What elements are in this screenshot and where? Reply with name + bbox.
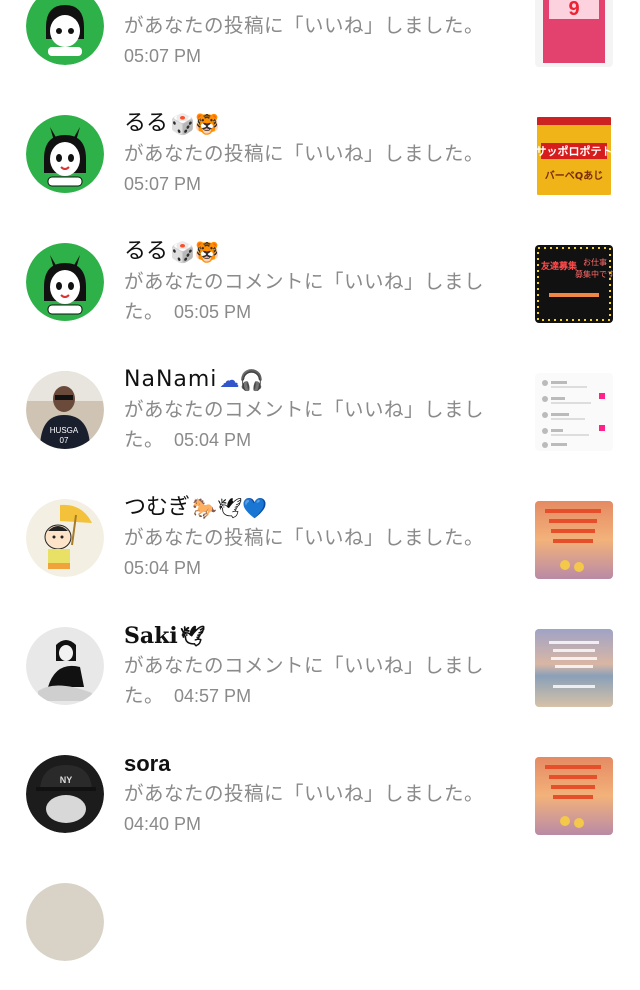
thumb-text: 友達募集 (541, 260, 578, 272)
post-thumbnail[interactable] (535, 629, 613, 707)
user-avatar[interactable] (26, 627, 104, 705)
notification-text: るる 🎲🐯 があなたの投稿に「いいね」しました。 05:07 PM (124, 109, 514, 199)
notification-row[interactable]: HUSGA 07 NaNami ☁🎧 があなたのコメントに「いいね」しまし た。 05… (0, 350, 640, 478)
thumb-text: バーベQあじ (545, 169, 604, 182)
post-thumbnail[interactable]: 9 (535, 0, 613, 67)
user-avatar[interactable] (26, 243, 104, 321)
notification-time: 05:07 PM (124, 46, 202, 66)
notification-text: Saki 🕊 があなたのコメントに「いいね」しまし た。 04:57 PM (124, 621, 514, 711)
user-name-text: つむぎ (124, 495, 191, 520)
notification-time: 05:04 PM (174, 430, 252, 450)
user-name-emojis: 🕊 (179, 624, 206, 648)
notification-text: があなたの投稿に「いいね」しました。 05:07 PM (124, 0, 514, 71)
svg-text:07: 07 (60, 436, 69, 445)
user-name-text: Saki (124, 623, 178, 649)
notification-message: があなたの投稿に「いいね」しました。 (124, 14, 485, 37)
notification-row[interactable] (0, 862, 640, 990)
user-name-text: sora (124, 751, 171, 776)
notification-time: 04:57 PM (174, 686, 252, 706)
svg-text:NY: NY (60, 775, 73, 785)
user-name-emojis: 🎲🐯 (170, 112, 220, 136)
user-avatar[interactable] (26, 0, 104, 65)
user-name: るる 🎲🐯 (124, 109, 514, 139)
notification-message-line2: た。 (124, 684, 165, 707)
notification-message-line1: があなたのコメントに「いいね」しまし (124, 270, 485, 293)
user-name-text: るる (124, 239, 169, 264)
user-avatar[interactable]: NY (26, 755, 104, 833)
notification-message-line2: た。 (124, 300, 165, 323)
notification-text: つむぎ 🐎🕊💙 があなたの投稿に「いいね」しました。 05:04 PM (124, 493, 514, 583)
user-avatar[interactable] (26, 115, 104, 193)
svg-text:9: 9 (568, 0, 579, 20)
thumb-text: お仕事 (583, 257, 607, 267)
notification-text: sora があなたの投稿に「いいね」しました。 04:40 PM (124, 749, 514, 839)
notification-row[interactable]: つむぎ 🐎🕊💙 があなたの投稿に「いいね」しました。 05:04 PM (0, 478, 640, 606)
user-name-text: NaNami (124, 367, 218, 392)
post-thumbnail[interactable]: サッポロポテト バーベQあじ (535, 117, 613, 195)
notification-message: があなたのコメントに「いいね」しまし た。 04:57 PM (124, 651, 514, 711)
post-thumbnail[interactable] (535, 373, 613, 451)
thumb-text: 募集中です (575, 269, 613, 279)
notification-message: があなたの投稿に「いいね」しました。 (124, 782, 485, 805)
post-thumbnail[interactable] (535, 501, 613, 579)
notification-message: があなたの投稿に「いいね」しました。 (124, 526, 485, 549)
user-name: つむぎ 🐎🕊💙 (124, 493, 514, 523)
notification-message: があなたのコメントに「いいね」しまし た。 05:05 PM (124, 267, 514, 327)
user-name: Saki 🕊 (124, 621, 514, 651)
notification-row[interactable]: があなたの投稿に「いいね」しました。 05:07 PM 9 (0, 0, 640, 94)
user-name: るる 🎲🐯 (124, 237, 514, 267)
post-thumbnail[interactable] (535, 757, 613, 835)
notification-time: 05:07 PM (124, 174, 202, 194)
user-avatar[interactable]: HUSGA 07 (26, 371, 104, 449)
post-thumbnail[interactable]: 友達募集 お仕事 募集中です (535, 245, 613, 323)
user-name-emojis: 🐎🕊💙 (192, 496, 268, 520)
user-name-emojis: 🎲🐯 (170, 240, 220, 264)
user-name-emojis: ☁🎧 (219, 368, 265, 392)
thumb-text: サッポロポテト (536, 144, 613, 158)
notification-message-line1: があなたのコメントに「いいね」しまし (124, 398, 485, 421)
user-name: sora (124, 749, 514, 779)
notification-message-line2: た。 (124, 428, 165, 451)
notification-text: NaNami ☁🎧 があなたのコメントに「いいね」しまし た。 05:04 PM (124, 365, 514, 455)
notification-row[interactable]: Saki 🕊 があなたのコメントに「いいね」しまし た。 04:57 PM (0, 606, 640, 734)
notification-time: 04:40 PM (124, 814, 202, 834)
notification-message-line1: があなたのコメントに「いいね」しまし (124, 654, 485, 677)
svg-text:HUSGA: HUSGA (50, 426, 79, 435)
user-avatar[interactable] (26, 499, 104, 577)
user-name-text: るる (124, 111, 169, 136)
notification-row[interactable]: NY sora があなたの投稿に「いいね」しました。 04:40 PM (0, 734, 640, 862)
user-name: NaNami ☁🎧 (124, 365, 514, 395)
user-avatar[interactable] (26, 883, 104, 961)
notification-row[interactable]: るる 🎲🐯 があなたのコメントに「いいね」しまし た。 05:05 PM 友達募集 お… (0, 222, 640, 350)
notification-message: があなたのコメントに「いいね」しまし た。 05:04 PM (124, 395, 514, 455)
notification-time: 05:04 PM (124, 558, 202, 578)
notification-text: るる 🎲🐯 があなたのコメントに「いいね」しまし た。 05:05 PM (124, 237, 514, 327)
user-name (124, 0, 514, 11)
notification-message: があなたの投稿に「いいね」しました。 (124, 142, 485, 165)
notification-list: があなたの投稿に「いいね」しました。 05:07 PM 9 るる 🎲🐯 があなた… (0, 0, 640, 990)
notification-time: 05:05 PM (174, 302, 252, 322)
notification-row[interactable]: るる 🎲🐯 があなたの投稿に「いいね」しました。 05:07 PM サッポロポテト… (0, 94, 640, 222)
